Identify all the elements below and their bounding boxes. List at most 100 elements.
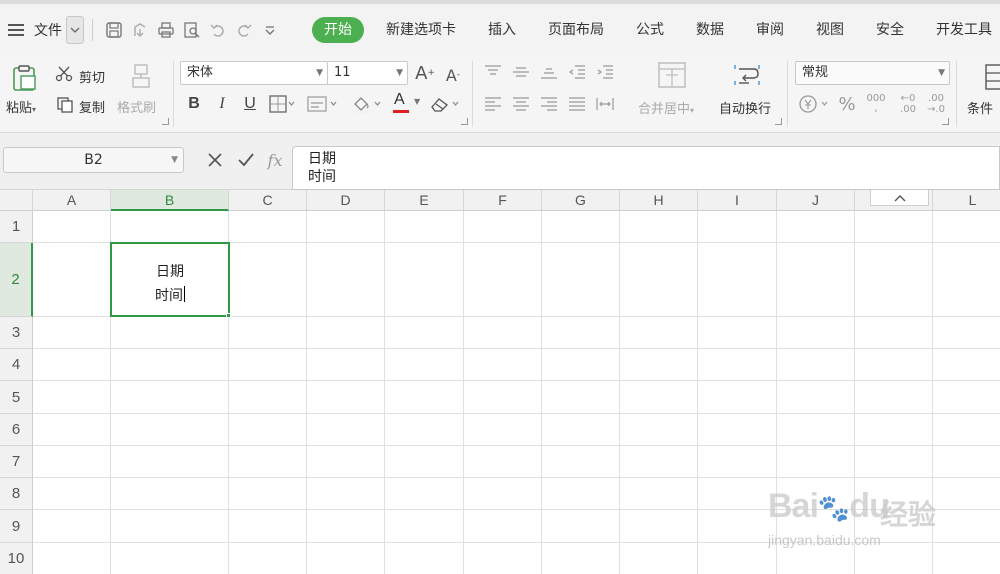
align-left-icon[interactable]	[482, 96, 504, 112]
tab-security[interactable]: 安全	[864, 17, 916, 43]
file-menu[interactable]: 文件	[34, 20, 62, 40]
font-size-select[interactable]: 11 ▼	[327, 61, 408, 85]
paste-icon[interactable]	[8, 63, 40, 93]
name-box[interactable]: B2 ▼	[3, 147, 184, 173]
column-header[interactable]: J	[777, 190, 855, 211]
tab-data[interactable]: 数据	[684, 17, 736, 43]
cut-label[interactable]: 剪切	[79, 67, 105, 86]
save-icon[interactable]	[101, 16, 127, 44]
column-header[interactable]: B	[111, 190, 229, 211]
format-painter-label[interactable]: 格式刷	[117, 97, 156, 116]
cancel-icon[interactable]	[203, 148, 227, 172]
name-box-value: B2	[84, 152, 103, 168]
column-header[interactable]: G	[542, 190, 620, 211]
decrease-decimal-icon[interactable]: .00 →.0	[924, 91, 948, 117]
fill-color-icon[interactable]	[350, 93, 384, 115]
wrap-text-icon[interactable]	[730, 60, 764, 90]
customize-dropdown-icon[interactable]	[257, 16, 283, 44]
conditional-format-label[interactable]: 条件	[967, 98, 993, 117]
justify-icon[interactable]	[566, 96, 588, 112]
spreadsheet-grid[interactable]: A B C D E F G H I J K L 1 2 3 4 5 6 7 8 …	[0, 190, 1000, 574]
column-header[interactable]: L	[933, 190, 1000, 211]
undo-icon[interactable]	[205, 16, 231, 44]
align-bottom-icon[interactable]	[538, 64, 560, 80]
increase-decimal-icon[interactable]: ←0.00	[896, 91, 920, 117]
active-cell-b2[interactable]: 日期 时间	[110, 242, 230, 317]
tab-developer[interactable]: 开发工具	[924, 17, 1000, 43]
confirm-icon[interactable]	[234, 148, 258, 172]
font-color-icon[interactable]: A ▼	[392, 91, 424, 115]
menu-left: 文件	[8, 16, 283, 44]
clipboard-launcher[interactable]	[162, 118, 169, 125]
underline-button[interactable]: U	[240, 93, 260, 115]
number-format-select[interactable]: 常规 ▼	[795, 61, 950, 85]
row-header[interactable]: 10	[0, 543, 33, 574]
fx-label: fx	[267, 150, 283, 170]
row-header[interactable]: 5	[0, 381, 33, 414]
italic-button[interactable]: I	[212, 93, 232, 115]
merge-center-icon[interactable]	[655, 60, 689, 90]
merge-center-button[interactable]: 合并居中▾	[638, 98, 694, 117]
tab-review[interactable]: 审阅	[744, 17, 796, 43]
paste-button[interactable]: 粘贴▾	[6, 97, 36, 116]
column-header[interactable]: C	[229, 190, 307, 211]
formula-input[interactable]: 日期 时间	[292, 146, 1000, 190]
format-painter-icon[interactable]	[126, 61, 156, 91]
redo-icon[interactable]	[231, 16, 257, 44]
column-header[interactable]: E	[385, 190, 464, 211]
tab-insert[interactable]: 插入	[476, 17, 528, 43]
tab-view[interactable]: 视图	[804, 17, 856, 43]
column-header[interactable]: H	[620, 190, 698, 211]
conditional-format-icon[interactable]	[982, 63, 1000, 91]
number-launcher[interactable]	[942, 118, 949, 125]
percent-icon[interactable]: %	[836, 93, 858, 115]
row-header[interactable]: 6	[0, 414, 33, 446]
row-header[interactable]: 2	[0, 243, 33, 317]
row-header[interactable]: 4	[0, 349, 33, 381]
chevron-up-icon[interactable]	[870, 190, 929, 206]
print-icon[interactable]	[153, 16, 179, 44]
scissors-icon[interactable]	[54, 64, 74, 84]
fill-handle[interactable]	[226, 313, 231, 318]
menu-icon[interactable]	[8, 20, 28, 40]
increase-indent-icon[interactable]	[594, 64, 616, 80]
font-launcher[interactable]	[461, 118, 468, 125]
wrap-text-label[interactable]: 自动换行	[719, 98, 771, 117]
decrease-font-icon[interactable]: A-	[442, 64, 464, 86]
row-header[interactable]: 8	[0, 478, 33, 510]
align-center-icon[interactable]	[510, 96, 532, 112]
row-header[interactable]: 7	[0, 446, 33, 478]
borders-icon[interactable]	[268, 93, 296, 115]
decrease-indent-icon[interactable]	[566, 64, 588, 80]
increase-font-icon[interactable]: A +	[414, 62, 436, 84]
copy-label[interactable]: 复制	[79, 97, 105, 116]
fill-pattern-icon[interactable]	[306, 93, 340, 115]
column-header[interactable]: A	[33, 190, 111, 211]
select-all-corner[interactable]	[0, 190, 33, 211]
thousands-icon[interactable]: 000,	[862, 91, 890, 117]
tab-page-layout[interactable]: 页面布局	[536, 17, 616, 43]
tab-new[interactable]: 新建选项卡	[374, 17, 468, 43]
column-header[interactable]: D	[307, 190, 385, 211]
align-right-icon[interactable]	[538, 96, 560, 112]
copy-icon[interactable]	[55, 95, 75, 115]
align-top-icon[interactable]	[482, 64, 504, 80]
font-name-select[interactable]: 宋体 ▼	[180, 61, 328, 85]
currency-icon[interactable]	[797, 93, 831, 115]
row-header[interactable]: 3	[0, 317, 33, 349]
insert-function-button[interactable]: fx	[263, 148, 287, 172]
distribute-icon[interactable]	[594, 96, 616, 112]
alignment-launcher[interactable]	[775, 118, 782, 125]
align-middle-icon[interactable]	[510, 64, 532, 80]
eraser-icon[interactable]	[428, 93, 462, 115]
print-preview-icon[interactable]	[179, 16, 205, 44]
file-dropdown-button[interactable]	[66, 16, 84, 44]
column-header[interactable]: F	[464, 190, 542, 211]
row-header[interactable]: 1	[0, 211, 33, 243]
tab-formulas[interactable]: 公式	[624, 17, 676, 43]
bold-button[interactable]: B	[184, 93, 204, 115]
tab-home[interactable]: 开始	[312, 17, 364, 43]
column-header[interactable]: I	[698, 190, 777, 211]
export-icon[interactable]	[127, 16, 153, 44]
row-header[interactable]: 9	[0, 510, 33, 543]
